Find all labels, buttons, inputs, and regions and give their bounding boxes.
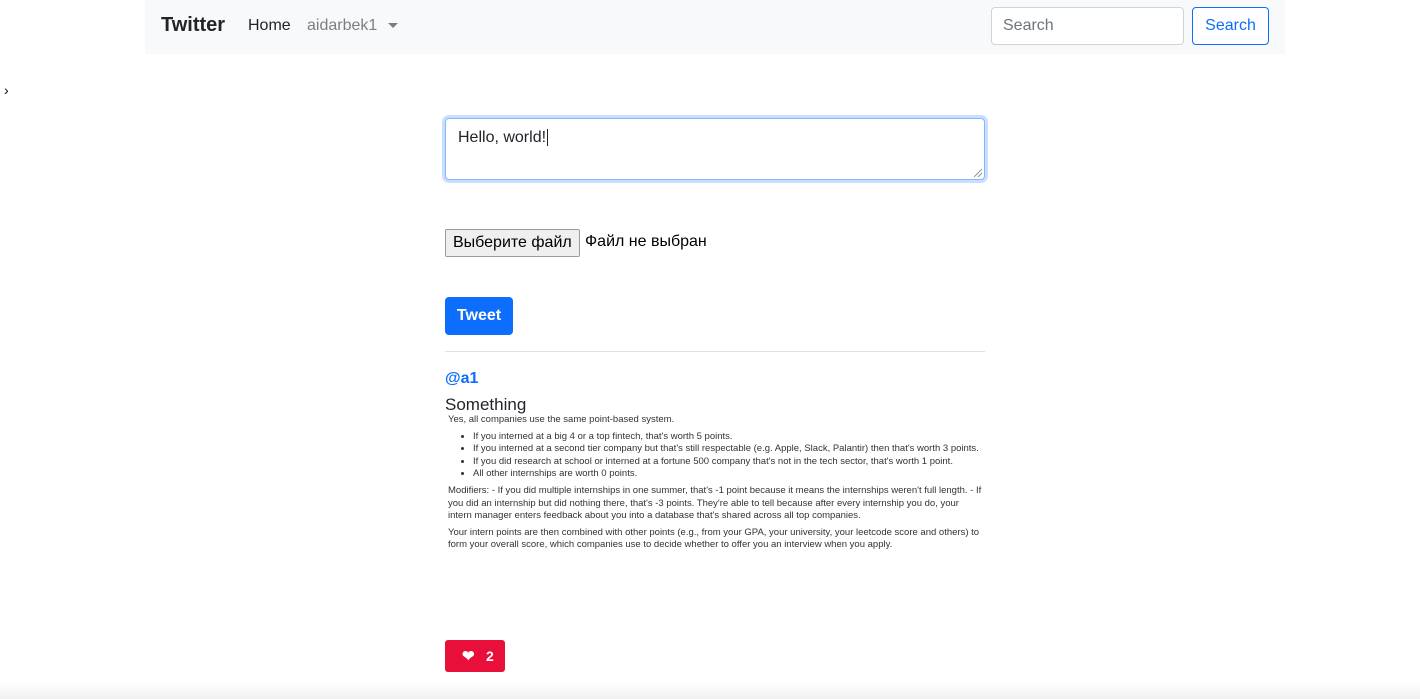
post-author-handle[interactable]: @a1 (445, 370, 478, 388)
heart-icon: ❤ (462, 648, 475, 665)
post-image-bullet: If you interned at a big 4 or a top fint… (473, 431, 985, 444)
post-title: Something (445, 395, 527, 414)
bottom-shadow (0, 682, 1420, 699)
search-input[interactable] (991, 7, 1184, 45)
post-image-bullet: If you interned at a second tier company… (473, 443, 985, 456)
user-dropdown[interactable]: aidarbek1 (307, 17, 377, 35)
stray-character: › (4, 82, 9, 98)
file-status-label: Файл не выбран (585, 233, 707, 250)
resize-handle-icon[interactable] (974, 169, 982, 177)
like-button[interactable]: ❤ 2 (445, 640, 505, 672)
post-image: Yes, all companies use the same point-ba… (445, 414, 985, 592)
post-image-intro: Yes, all companies use the same point-ba… (448, 414, 675, 425)
text-cursor: ​ (547, 129, 549, 146)
brand-logo[interactable]: Twitter (161, 14, 225, 37)
search-button[interactable]: Search (1192, 7, 1269, 45)
chevron-down-icon[interactable] (388, 23, 398, 28)
divider (445, 351, 985, 352)
post-image-closing: Your intern points are then combined wit… (448, 526, 980, 551)
post-image-list: If you interned at a big 4 or a top fint… (445, 431, 985, 481)
tweet-textarea[interactable]: Hello, world!​ (445, 118, 985, 180)
like-count: 2 (486, 648, 494, 664)
choose-file-button[interactable]: Выберите файл (445, 229, 580, 257)
tweet-textarea-value: Hello, world! (458, 129, 547, 146)
post-image-modifiers: Modifiers: - If you did multiple interns… (448, 484, 982, 522)
post-image-bullet: All other internships are worth 0 points… (473, 468, 985, 481)
nav-home-link[interactable]: Home (248, 17, 291, 35)
post-image-bullet: If you did research at school or interne… (473, 456, 985, 469)
navbar: Twitter Home aidarbek1 Search (145, 0, 1285, 54)
tweet-button[interactable]: Tweet (445, 297, 513, 335)
